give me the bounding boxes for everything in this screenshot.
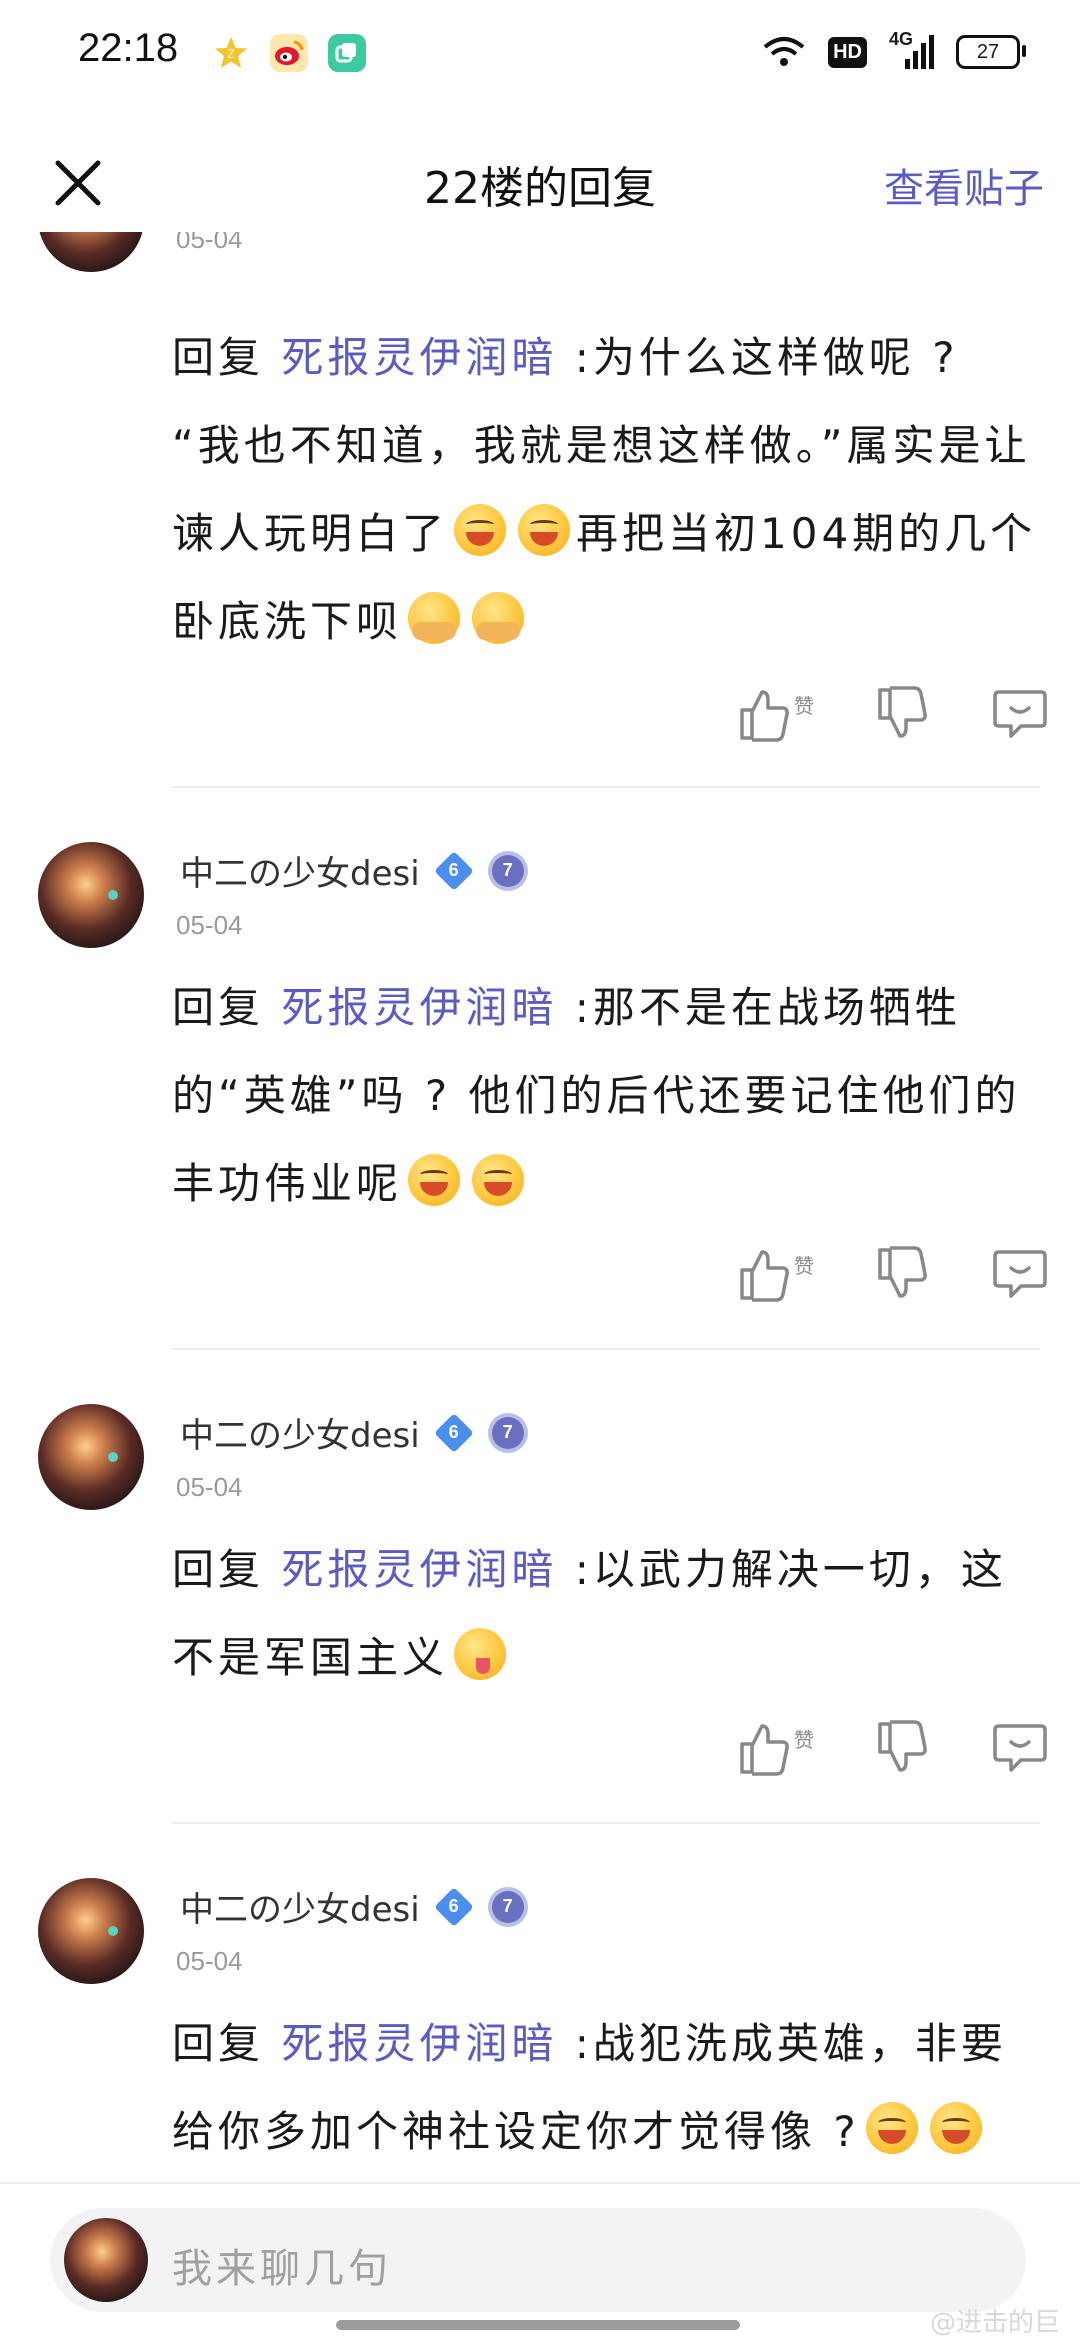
status-bar: 22:18 Z HD 4G 27 — [0, 0, 1080, 110]
rank-number: 7 — [502, 860, 513, 880]
like-button[interactable]: 赞 — [738, 1246, 814, 1302]
battery-indicator: 27 — [956, 35, 1026, 69]
watermark: @进击的巨 — [929, 2308, 1060, 2338]
mention-link[interactable]: 死报灵伊润暗 — [281, 333, 557, 382]
list-item: 中二の少女desi 6 7 05-04 回复 死报灵伊润暗 :战犯洗成英雄，非要… — [0, 1824, 1080, 2182]
avatar[interactable] — [38, 1404, 144, 1510]
like-button[interactable]: 赞 — [738, 1720, 814, 1776]
mention-link[interactable]: 死报灵伊润暗 — [281, 2019, 557, 2068]
thumbs-up-icon — [740, 690, 789, 742]
reply-prefix: 回复 — [172, 1545, 282, 1594]
rank-badge-icon: 7 — [488, 1414, 528, 1452]
user-row: 中二の少女desi 6 7 — [180, 846, 528, 895]
laugh-emoji-icon — [454, 504, 507, 556]
thumbs-up-icon — [740, 1250, 789, 1302]
comment-icon — [993, 1724, 1047, 1772]
svg-text:Z: Z — [227, 47, 234, 61]
reply-date: 05-04 — [176, 910, 243, 940]
comment-bar: 我来聊几句 @进击的巨 — [0, 2182, 1080, 2342]
reply-content: 回复 死报灵伊润暗 :以武力解决一切，这不是军国主义 — [172, 1526, 1042, 1702]
mention-link[interactable]: 死报灵伊润暗 — [281, 1545, 557, 1594]
thumbs-down-icon — [878, 686, 927, 738]
reply-prefix: 回复 — [172, 2019, 282, 2068]
reply-actions: 赞 — [738, 1244, 1050, 1304]
comment-icon — [993, 690, 1047, 738]
reply-list[interactable]: 05-04 回复 死报灵伊润暗 :为什么这样做呢 ? “我也不知道，我就是想这样… — [0, 232, 1080, 2182]
comment-button[interactable] — [990, 684, 1050, 744]
level-badge-icon: 6 — [433, 850, 474, 891]
avatar[interactable] — [38, 232, 144, 272]
mention-link[interactable]: 死报灵伊润暗 — [281, 983, 557, 1032]
status-right: HD 4G 27 — [762, 29, 1026, 74]
header: 22楼的回复 查看贴子 — [0, 130, 1080, 230]
reply-date: 05-04 — [176, 1472, 243, 1502]
reply-actions: 赞 — [738, 684, 1050, 744]
rank-number: 7 — [502, 1422, 513, 1442]
avatar[interactable] — [38, 842, 144, 948]
laugh-emoji-icon — [929, 2102, 982, 2154]
comment-button[interactable] — [990, 1718, 1050, 1778]
laugh-emoji-icon — [408, 1154, 461, 1206]
dislike-button[interactable] — [872, 684, 932, 744]
like-button[interactable]: 赞 — [738, 686, 814, 742]
star-badge-icon: Z — [212, 34, 250, 72]
thumbs-down-icon — [878, 1246, 927, 1298]
like-label: 赞 — [794, 694, 814, 718]
rank-badge-icon: 7 — [488, 1888, 528, 1926]
reply-prefix: 回复 — [172, 333, 282, 382]
reply-prefix: 回复 — [172, 983, 282, 1032]
level-number: 6 — [448, 1896, 459, 1916]
weibo-icon — [270, 34, 308, 72]
level-badge-icon: 6 — [433, 1886, 474, 1927]
reply-content: 回复 死报灵伊润暗 :战犯洗成英雄，非要给你多加个神社设定你才觉得像 ? — [172, 2000, 1042, 2176]
user-row: 中二の少女desi 6 7 — [180, 1408, 528, 1457]
avatar — [64, 2218, 148, 2302]
username[interactable]: 中二の少女desi — [180, 1408, 420, 1457]
username[interactable]: 中二の少女desi — [180, 1882, 420, 1931]
comment-button[interactable] — [990, 1244, 1050, 1304]
rank-badge-icon: 7 — [488, 852, 528, 890]
app-square-icon — [328, 34, 366, 72]
reply-date: 05-04 — [176, 1946, 243, 1976]
reply-date: 05-04 — [176, 232, 243, 254]
dislike-button[interactable] — [872, 1718, 932, 1778]
user-row: 中二の少女desi 6 7 — [180, 1882, 528, 1931]
home-indicator[interactable] — [336, 2320, 740, 2330]
level-number: 6 — [448, 1422, 459, 1442]
hug-emoji-icon — [472, 592, 525, 644]
reply-actions: 赞 — [738, 1718, 1050, 1778]
network-type: 4G — [889, 29, 914, 49]
view-post-link[interactable]: 查看贴子 — [884, 156, 1044, 214]
wifi-icon — [763, 37, 805, 66]
thumbs-down-icon — [878, 1720, 927, 1772]
avatar[interactable] — [38, 1878, 144, 1984]
laugh-emoji-icon — [518, 504, 571, 556]
list-item: 中二の少女desi 6 7 05-04 回复 死报灵伊润暗 :以武力解决一切，这… — [0, 1350, 1080, 1824]
rank-number: 7 — [502, 1896, 513, 1916]
comment-icon — [993, 1250, 1047, 1298]
laugh-emoji-icon — [472, 1154, 525, 1206]
like-label: 赞 — [794, 1728, 814, 1752]
reply-content: 回复 死报灵伊润暗 :那不是在战场牺牲的“英雄”吗 ? 他们的后代还要记住他们的… — [172, 964, 1042, 1228]
list-item: 中二の少女desi 6 7 05-04 回复 死报灵伊润暗 :那不是在战场牺牲的… — [0, 788, 1080, 1350]
comment-placeholder: 我来聊几句 — [172, 2246, 392, 2292]
hd-indicator: HD — [828, 36, 867, 68]
comment-input[interactable]: 我来聊几句 — [50, 2208, 1026, 2312]
username[interactable]: 中二の少女desi — [180, 846, 420, 895]
reply-content: 回复 死报灵伊润暗 :为什么这样做呢 ? “我也不知道，我就是想这样做。”属实是… — [172, 314, 1042, 666]
level-number: 6 — [448, 860, 459, 880]
like-label: 赞 — [794, 1254, 814, 1278]
level-badge-icon: 6 — [433, 1412, 474, 1453]
signal-icon: 4G — [889, 29, 934, 69]
list-item: 05-04 回复 死报灵伊润暗 :为什么这样做呢 ? “我也不知道，我就是想这样… — [0, 232, 1080, 788]
status-time: 22:18 — [78, 26, 179, 70]
thumbs-up-icon — [740, 1724, 789, 1776]
yum-emoji-icon — [454, 1628, 507, 1680]
laugh-emoji-icon — [865, 2102, 918, 2154]
hug-emoji-icon — [408, 592, 461, 644]
dislike-button[interactable] — [872, 1244, 932, 1304]
